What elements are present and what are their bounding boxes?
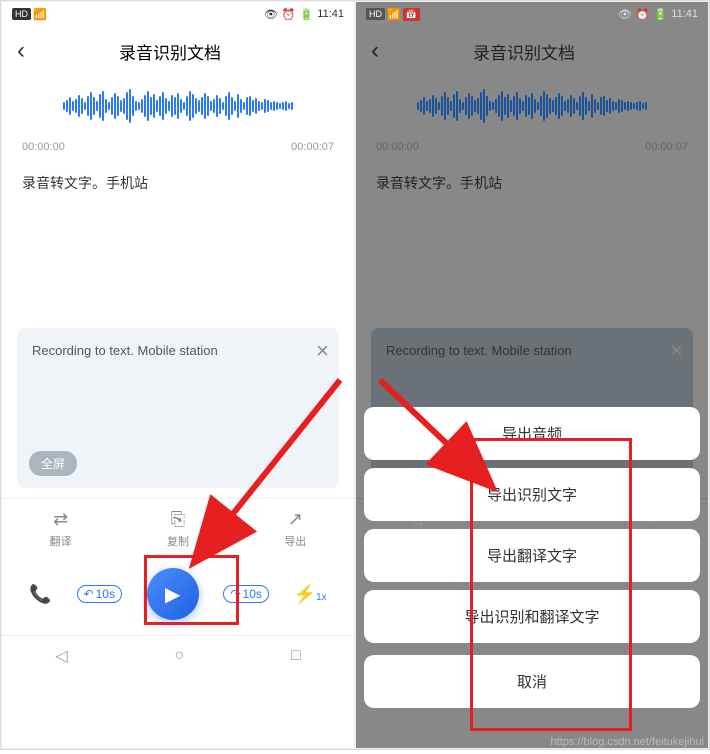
- page-title: 录音识别文档: [25, 39, 315, 64]
- calendar-badge: 📅: [403, 8, 420, 21]
- signal-icon: 📶: [33, 8, 47, 21]
- fullscreen-button[interactable]: 全屏: [29, 451, 77, 476]
- hd-badge: HD: [12, 8, 31, 20]
- status-time: 11:41: [317, 8, 344, 20]
- time-end: 00:00:07: [645, 141, 688, 153]
- time-start: 00:00:00: [376, 141, 419, 153]
- close-icon[interactable]: ×: [316, 338, 329, 364]
- battery-icon: 🔋: [300, 8, 314, 21]
- nav-home-icon[interactable]: ○: [174, 647, 184, 665]
- back-button[interactable]: ‹: [17, 37, 25, 65]
- page-title: 录音识别文档: [379, 39, 669, 64]
- audio-waveform[interactable]: [2, 76, 354, 136]
- copy-icon: ⎘: [171, 509, 185, 530]
- timestamp-row: 00:00:00 00:00:07: [356, 136, 708, 158]
- transcription-text: 录音转文字。手机站: [356, 158, 708, 318]
- hd-badge: HD: [366, 8, 385, 20]
- alarm-icon: ⏰: [282, 8, 296, 21]
- phone-icon[interactable]: 📞: [29, 584, 51, 605]
- phone-screen-left: HD 📶 👁 ⏰ 🔋 11:41 ‹ 录音识别文档 00:00:00 00:00…: [1, 1, 355, 749]
- translation-card: × Recording to text. Mobile station 全屏: [17, 328, 339, 488]
- nav-back-icon[interactable]: ◁: [55, 646, 67, 666]
- signal-icon: 📶: [387, 8, 401, 21]
- translation-text: Recording to text. Mobile station: [386, 343, 678, 358]
- export-icon: ↗: [288, 509, 303, 530]
- rewind-button[interactable]: ↶10s: [77, 585, 122, 603]
- status-time: 11:41: [671, 8, 698, 20]
- alarm-icon: ⏰: [636, 8, 650, 21]
- time-end: 00:00:07: [291, 141, 334, 153]
- time-start: 00:00:00: [22, 141, 65, 153]
- eye-icon: 👁: [618, 8, 632, 21]
- status-bar: HD 📶 📅 👁 ⏰ 🔋 11:41: [356, 2, 708, 26]
- close-icon: ×: [670, 338, 683, 364]
- translation-text: Recording to text. Mobile station: [32, 343, 324, 358]
- translate-icon: ⇄: [53, 509, 68, 530]
- annotation-box-sheet: [470, 438, 632, 731]
- system-nav: ◁ ○ □: [2, 635, 354, 675]
- audio-waveform: [356, 76, 708, 136]
- annotation-box-copy: [144, 555, 239, 625]
- bottom-tabs: ⇄ 翻译 ⎘ 复制 ↗ 导出: [2, 498, 354, 558]
- transcription-text[interactable]: 录音转文字。手机站: [2, 158, 354, 318]
- timestamp-row: 00:00:00 00:00:07: [2, 136, 354, 158]
- battery-icon: 🔋: [654, 8, 668, 21]
- header: ‹ 录音识别文档: [2, 26, 354, 76]
- tab-translate[interactable]: ⇄ 翻译: [2, 499, 119, 558]
- status-bar: HD 📶 👁 ⏰ 🔋 11:41: [2, 2, 354, 26]
- tab-export[interactable]: ↗ 导出: [237, 499, 354, 558]
- speed-button[interactable]: ⚡1x: [294, 584, 327, 605]
- tab-copy[interactable]: ⎘ 复制: [119, 499, 236, 558]
- nav-recent-icon[interactable]: □: [291, 647, 301, 665]
- header: ‹ 录音识别文档: [356, 26, 708, 76]
- eye-icon: 👁: [264, 8, 278, 21]
- watermark: https://blog.csdn.net/feitukejihui: [551, 736, 704, 748]
- back-button[interactable]: ‹: [371, 37, 379, 65]
